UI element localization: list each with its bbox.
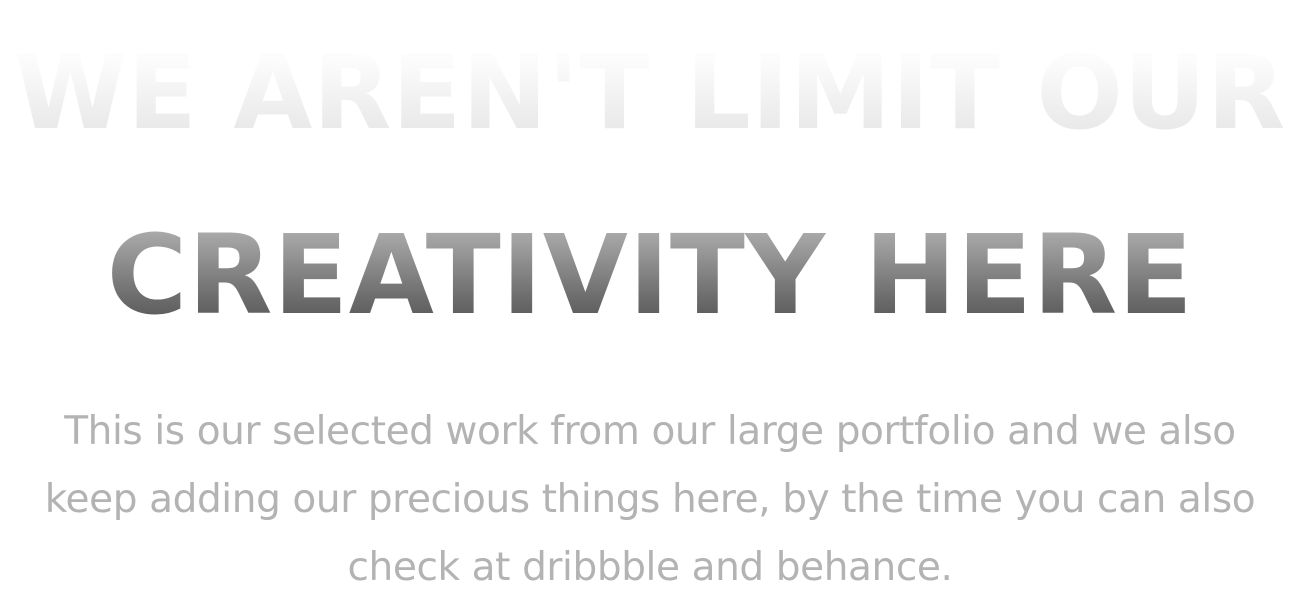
headline-line-2: CREATIVITY HERE (0, 210, 1300, 340)
hero-description: This is our selected work from our large… (44, 409, 1256, 590)
hero-section: WE AREN'T LIMIT OUR CREATIVITY HERE This… (0, 0, 1300, 602)
headline-line-1: WE AREN'T LIMIT OUR (0, 34, 1300, 154)
